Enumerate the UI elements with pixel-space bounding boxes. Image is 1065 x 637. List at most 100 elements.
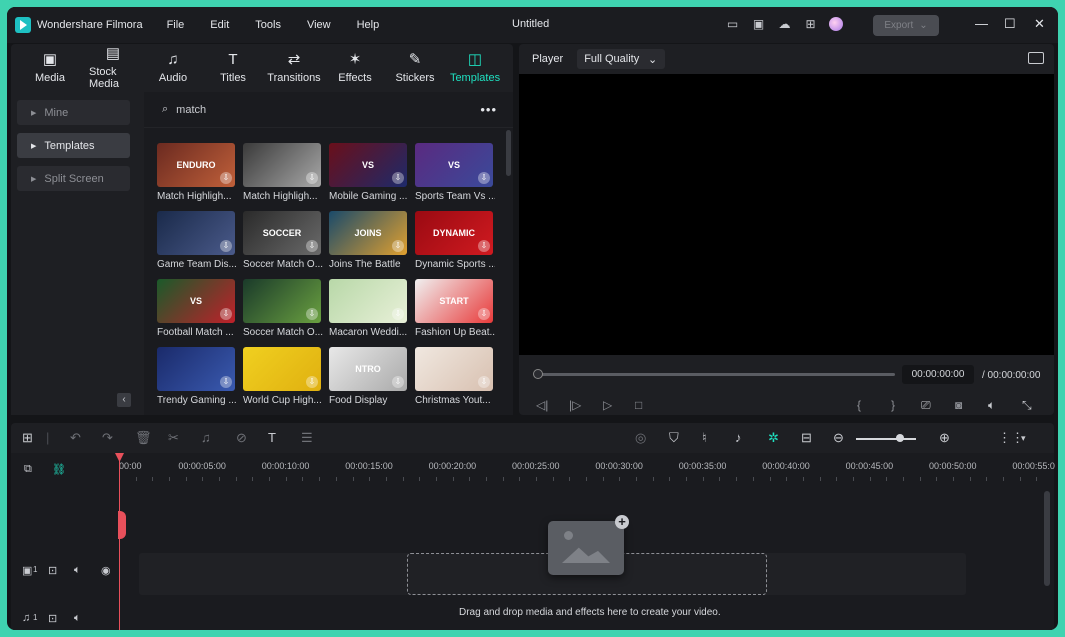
add-track-icon[interactable]: ⧉ xyxy=(24,463,32,476)
template-card[interactable]: DYNAMIC ⇩ Dynamic Sports ... xyxy=(415,211,495,270)
tab-stock-media[interactable]: ▤ Stock Media xyxy=(89,44,137,92)
chevron-down-icon[interactable]: ▾ xyxy=(1021,433,1026,444)
fit-timeline-icon[interactable]: ⊟ xyxy=(801,430,812,446)
tab-titles[interactable]: T Titles xyxy=(209,44,257,92)
template-thumbnail[interactable]: START ⇩ xyxy=(415,279,493,323)
template-thumbnail[interactable]: JOINS ⇩ xyxy=(329,211,407,255)
tab-media[interactable]: ▣ Media xyxy=(11,44,89,92)
download-icon[interactable]: ⇩ xyxy=(392,172,404,184)
template-thumbnail[interactable]: ENDURO ⇩ xyxy=(157,143,235,187)
progress-handle[interactable] xyxy=(533,369,543,379)
lock-icon[interactable]: ⊡ xyxy=(48,564,57,577)
template-thumbnail[interactable]: VS ⇩ xyxy=(329,143,407,187)
menu-edit[interactable]: Edit xyxy=(210,19,229,31)
text-icon[interactable]: T xyxy=(268,430,276,445)
progress-track[interactable] xyxy=(537,373,895,376)
template-thumbnail[interactable]: ⇩ xyxy=(329,279,407,323)
template-card[interactable]: ⇩ Christmas Yout... xyxy=(415,347,495,406)
eye-icon[interactable]: ◉ xyxy=(101,564,111,577)
download-icon[interactable]: ⇩ xyxy=(220,240,232,252)
audio-mix-icon[interactable]: ♪ xyxy=(735,430,742,445)
render-icon[interactable]: ◎ xyxy=(635,430,646,446)
download-icon[interactable]: ⇩ xyxy=(478,376,490,388)
layout-icon[interactable]: ▭ xyxy=(725,17,740,32)
maximize-icon[interactable]: ☐ xyxy=(1004,16,1016,32)
download-icon[interactable]: ⇩ xyxy=(478,308,490,320)
download-icon[interactable]: ⇩ xyxy=(478,240,490,252)
template-card[interactable]: JOINS ⇩ Joins The Battle xyxy=(329,211,409,270)
template-card[interactable]: ENDURO ⇩ Match Highligh... xyxy=(157,143,237,202)
collapse-sidebar-button[interactable]: ‹ xyxy=(117,393,131,407)
link-icon[interactable]: ⛓︎ xyxy=(52,463,66,476)
download-icon[interactable]: ⇩ xyxy=(220,308,232,320)
timeline-scrollbar[interactable] xyxy=(1044,491,1050,586)
template-card[interactable]: ⇩ World Cup High... xyxy=(243,347,323,406)
quality-select[interactable]: Full Quality ⌄ xyxy=(577,49,666,69)
previous-frame-icon[interactable]: ◁| xyxy=(536,398,548,412)
fullscreen-icon[interactable]: ⤡ xyxy=(1022,398,1032,413)
search-input[interactable] xyxy=(176,103,437,116)
minimize-icon[interactable]: — xyxy=(975,16,988,31)
account-button[interactable] xyxy=(829,17,844,32)
tab-effects[interactable]: ✶ Effects xyxy=(331,44,379,92)
zoom-in-icon[interactable]: ⊕ xyxy=(939,430,950,446)
display-settings-icon[interactable]: ⎚ xyxy=(921,398,931,413)
mute-icon[interactable]: 🔈︎ xyxy=(74,564,81,577)
tab-templates[interactable]: ◫ Templates xyxy=(450,44,500,92)
export-button[interactable]: Export ⌄ xyxy=(873,15,939,36)
download-icon[interactable]: ⇩ xyxy=(306,172,318,184)
save-icon[interactable]: ▣ xyxy=(751,17,766,32)
template-card[interactable]: ⇩ Game Team Dis... xyxy=(157,211,237,270)
tab-transitions[interactable]: ⇄ Transitions xyxy=(257,44,331,92)
mark-in-icon[interactable]: { xyxy=(857,398,861,412)
template-thumbnail[interactable]: ⇩ xyxy=(243,143,321,187)
preview-screen[interactable] xyxy=(519,74,1054,355)
template-thumbnail[interactable]: ⇩ xyxy=(243,347,321,391)
marker-icon[interactable]: ⛉ xyxy=(669,430,679,446)
undo-icon[interactable]: ↶ xyxy=(70,430,81,446)
delete-icon[interactable]: 🗑︎ xyxy=(135,430,152,446)
play-icon[interactable]: ▷ xyxy=(603,398,612,412)
lock-icon[interactable]: ⊡ xyxy=(48,612,57,625)
template-card[interactable]: ⇩ Macaron Weddi... xyxy=(329,279,409,338)
template-thumbnail[interactable]: VS ⇩ xyxy=(415,143,493,187)
template-card[interactable]: VS ⇩ Mobile Gaming ... xyxy=(329,143,409,202)
menu-help[interactable]: Help xyxy=(357,19,380,31)
template-thumbnail[interactable]: NTRO ⇩ xyxy=(329,347,407,391)
zoom-out-icon[interactable]: ⊖ xyxy=(833,430,844,446)
camera-icon[interactable]: ◙ xyxy=(955,398,962,412)
playhead-tab[interactable] xyxy=(118,511,126,539)
volume-icon[interactable]: 🔈︎ xyxy=(988,398,995,413)
menu-view[interactable]: View xyxy=(307,19,331,31)
template-thumbnail[interactable]: DYNAMIC ⇩ xyxy=(415,211,493,255)
sidebar-item-mine[interactable]: ▶ Mine xyxy=(17,100,130,125)
template-card[interactable]: ⇩ Soccer Match O... xyxy=(243,279,323,338)
time-ruler[interactable]: 00:00 00:00:05:00 00:00:10:00 00:00:15:00 00… xyxy=(119,453,1055,483)
mute-icon[interactable]: 🔈︎ xyxy=(74,612,81,625)
play-reverse-icon[interactable]: |▷ xyxy=(569,398,581,412)
download-icon[interactable]: ⇩ xyxy=(220,172,232,184)
ai-tool-icon[interactable]: ✲ xyxy=(768,430,779,446)
microphone-icon[interactable]: ♮ xyxy=(702,430,707,446)
template-thumbnail[interactable]: ⇩ xyxy=(243,279,321,323)
download-icon[interactable]: ⇩ xyxy=(392,240,404,252)
template-thumbnail[interactable]: VS ⇩ xyxy=(157,279,235,323)
template-card[interactable]: SOCCER ⇩ Soccer Match O... xyxy=(243,211,323,270)
cloud-upload-icon[interactable]: ☁ xyxy=(777,17,792,32)
menu-file[interactable]: File xyxy=(167,19,185,31)
download-icon[interactable]: ⇩ xyxy=(306,308,318,320)
menu-tools[interactable]: Tools xyxy=(255,19,281,31)
template-thumbnail[interactable]: ⇩ xyxy=(415,347,493,391)
template-card[interactable]: ⇩ Trendy Gaming ... xyxy=(157,347,237,406)
disable-icon[interactable]: ⊘ xyxy=(236,430,247,446)
stop-icon[interactable]: □ xyxy=(635,398,642,412)
download-icon[interactable]: ⇩ xyxy=(220,376,232,388)
timeline-tracks[interactable]: 00:00 00:00:05:00 00:00:10:00 00:00:15:00 00… xyxy=(115,453,1055,630)
apps-grid-icon[interactable]: ⊞ xyxy=(803,17,818,32)
download-icon[interactable]: ⇩ xyxy=(392,376,404,388)
sidebar-item-templates[interactable]: ▶ Templates xyxy=(17,133,130,158)
mark-out-icon[interactable]: } xyxy=(891,398,895,412)
tab-audio[interactable]: ♫ Audio xyxy=(137,44,209,92)
template-card[interactable]: START ⇩ Fashion Up Beat... xyxy=(415,279,495,338)
download-icon[interactable]: ⇩ xyxy=(478,172,490,184)
